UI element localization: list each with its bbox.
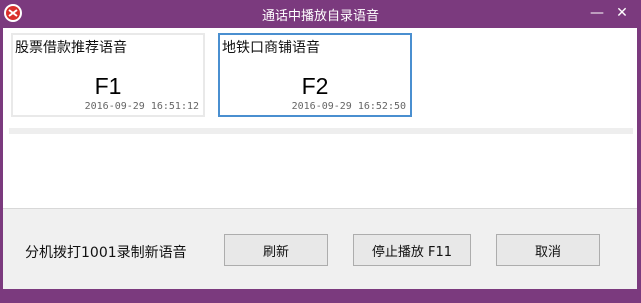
horizontal-scrollbar[interactable] xyxy=(9,128,633,134)
stop-playback-button[interactable]: 停止播放 F11 xyxy=(353,234,471,266)
voice-card-f1[interactable]: 股票借款推荐语音 F1 2016-09-29 16:51:12 xyxy=(11,33,205,117)
voice-card-title: 地铁口商铺语音 xyxy=(222,40,320,56)
minimize-icon[interactable]: — xyxy=(586,2,608,24)
window-title: 通话中播放自录语音 xyxy=(261,9,379,24)
voice-card-timestamp: 2016-09-29 16:52:50 xyxy=(291,101,406,112)
footer-bar: 分机拨打1001录制新语音 刷新 停止播放 F11 取消 xyxy=(3,208,637,289)
title-bar: 通话中播放自录语音 — ✕ xyxy=(0,0,641,28)
cancel-button[interactable]: 取消 xyxy=(496,234,600,266)
voice-list-panel: 股票借款推荐语音 F1 2016-09-29 16:51:12 地铁口商铺语音 … xyxy=(3,28,637,208)
record-hint: 分机拨打1001录制新语音 xyxy=(25,245,187,261)
voice-card-key: F1 xyxy=(94,73,122,99)
close-icon[interactable]: ✕ xyxy=(611,2,633,24)
voice-card-title: 股票借款推荐语音 xyxy=(15,40,127,56)
voice-card-timestamp: 2016-09-29 16:51:12 xyxy=(84,101,199,112)
refresh-button[interactable]: 刷新 xyxy=(224,234,328,266)
voice-card-key: F2 xyxy=(301,73,329,99)
voice-card-f2[interactable]: 地铁口商铺语音 F2 2016-09-29 16:52:50 xyxy=(218,33,412,117)
